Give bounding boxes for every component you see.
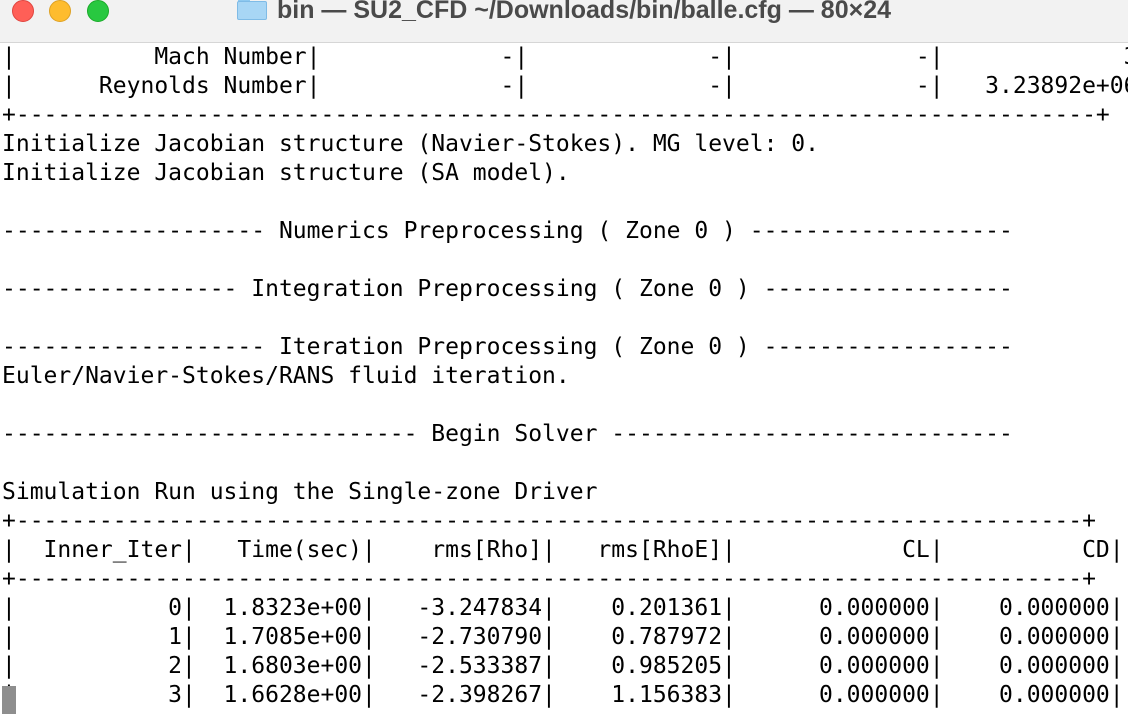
terminal-line: | Mach Number| -| -| -| 3| [2, 44, 1128, 70]
terminal-line: Simulation Run using the Single-zone Dri… [2, 479, 598, 505]
terminal-line: | Reynolds Number| -| -| -| 3.23892e+06| [2, 73, 1128, 99]
terminal-line: | 1| 1.7085e+00| -2.730790| 0.787972| 0.… [2, 624, 1124, 650]
terminal-line: +---------------------------------------… [2, 102, 1110, 128]
terminal-line: ------------------- Numerics Preprocessi… [2, 218, 1013, 244]
terminal-line: Euler/Navier-Stokes/RANS fluid iteration… [2, 363, 570, 389]
title-bar[interactable]: bin — SU2_CFD ~/Downloads/bin/balle.cfg … [0, 0, 1128, 43]
terminal-line: ------------------- Iteration Preprocess… [2, 334, 1013, 360]
terminal-line: ----------------- Integration Preprocess… [2, 276, 1013, 302]
terminal-window: bin — SU2_CFD ~/Downloads/bin/balle.cfg … [0, 0, 1128, 720]
terminal-cursor [2, 686, 16, 714]
terminal-line: ------------------------------ Begin Sol… [2, 421, 1013, 447]
terminal-line: +---------------------------------------… [2, 508, 1096, 534]
terminal-line: Initialize Jacobian structure (SA model)… [2, 160, 570, 186]
terminal-line: Initialize Jacobian structure (Navier-St… [2, 131, 819, 157]
terminal-output[interactable]: | Mach Number| -| -| -| 3| | Reynolds Num… [2, 42, 1128, 720]
terminal-line: +---------------------------------------… [2, 566, 1096, 592]
window-title-container: bin — SU2_CFD ~/Downloads/bin/balle.cfg … [0, 0, 1128, 25]
folder-icon [236, 0, 267, 20]
terminal-line: | 2| 1.6803e+00| -2.533387| 0.985205| 0.… [2, 653, 1124, 679]
window-title: bin — SU2_CFD ~/Downloads/bin/balle.cfg … [276, 0, 892, 24]
terminal-line: | 3| 1.6628e+00| -2.398267| 1.156383| 0.… [2, 682, 1124, 708]
terminal-line: | Inner_Iter| Time(sec)| rms[Rho]| rms[R… [2, 537, 1124, 563]
terminal-line: | 0| 1.8323e+00| -3.247834| 0.201361| 0.… [2, 595, 1124, 621]
